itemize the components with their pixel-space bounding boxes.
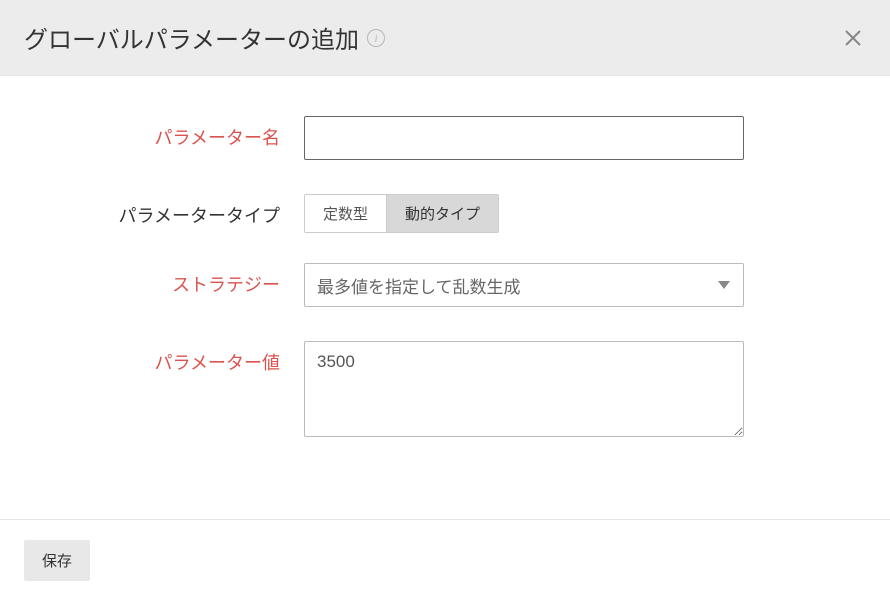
parameter-value-textarea[interactable]: 3500: [304, 341, 744, 437]
parameter-type-toggle: 定数型 動的タイプ: [304, 194, 499, 233]
row-parameter-value: パラメーター値 3500: [24, 341, 866, 442]
dialog-header: グローバルパラメーターの追加 i: [0, 0, 890, 76]
control-strategy: 最多値を指定して乱数生成: [304, 263, 754, 307]
dialog-title: グローバルパラメーターの追加: [24, 20, 359, 55]
save-button[interactable]: 保存: [24, 540, 90, 581]
control-parameter-type: 定数型 動的タイプ: [304, 194, 754, 233]
toggle-constant[interactable]: 定数型: [305, 195, 386, 232]
label-parameter-type: パラメータータイプ: [24, 194, 304, 228]
control-parameter-name: [304, 116, 754, 160]
close-button[interactable]: [840, 24, 866, 52]
form-body: パラメーター名 パラメータータイプ 定数型 動的タイプ ストラテジー 最多値を指…: [0, 76, 890, 516]
strategy-select[interactable]: 最多値を指定して乱数生成: [304, 263, 744, 307]
close-icon: [844, 22, 862, 53]
toggle-dynamic[interactable]: 動的タイプ: [386, 195, 498, 232]
row-parameter-name: パラメーター名: [24, 116, 866, 160]
control-parameter-value: 3500: [304, 341, 754, 442]
label-strategy: ストラテジー: [24, 263, 304, 297]
strategy-select-wrap: 最多値を指定して乱数生成: [304, 263, 744, 307]
info-icon[interactable]: i: [367, 29, 385, 47]
strategy-selected-text: 最多値を指定して乱数生成: [317, 273, 521, 298]
label-parameter-name: パラメーター名: [24, 116, 304, 150]
parameter-name-input[interactable]: [304, 116, 744, 160]
label-parameter-value: パラメーター値: [24, 341, 304, 375]
row-strategy: ストラテジー 最多値を指定して乱数生成: [24, 263, 866, 307]
dialog-title-wrap: グローバルパラメーターの追加 i: [24, 20, 385, 55]
dialog-footer: 保存: [0, 519, 890, 601]
row-parameter-type: パラメータータイプ 定数型 動的タイプ: [24, 194, 866, 233]
